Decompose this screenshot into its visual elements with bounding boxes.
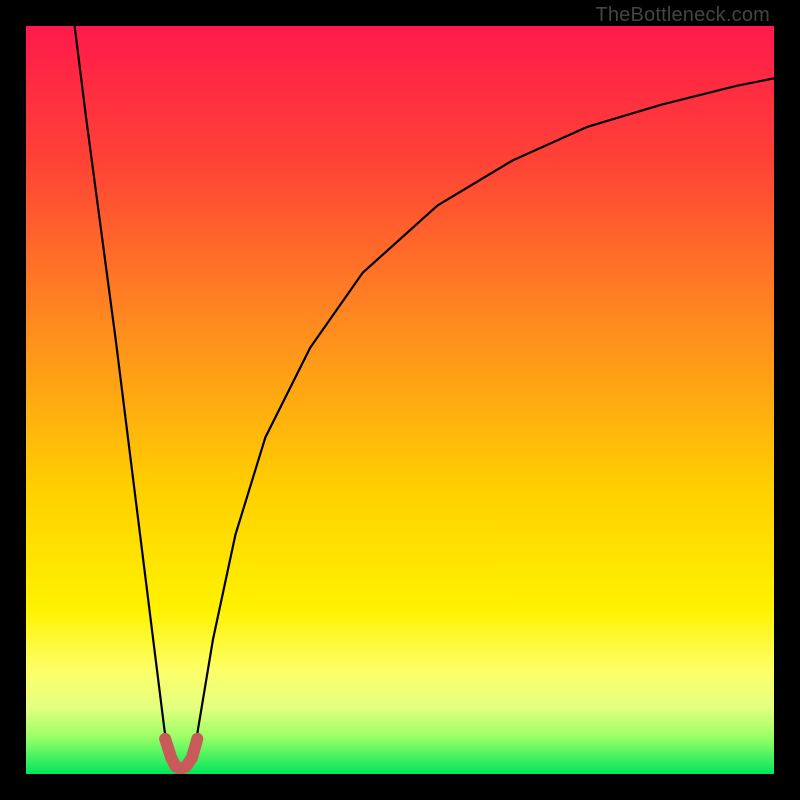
gradient-background xyxy=(26,26,774,774)
chart-canvas xyxy=(26,26,774,774)
watermark-text: TheBottleneck.com xyxy=(595,4,770,27)
chart-frame xyxy=(26,26,774,774)
